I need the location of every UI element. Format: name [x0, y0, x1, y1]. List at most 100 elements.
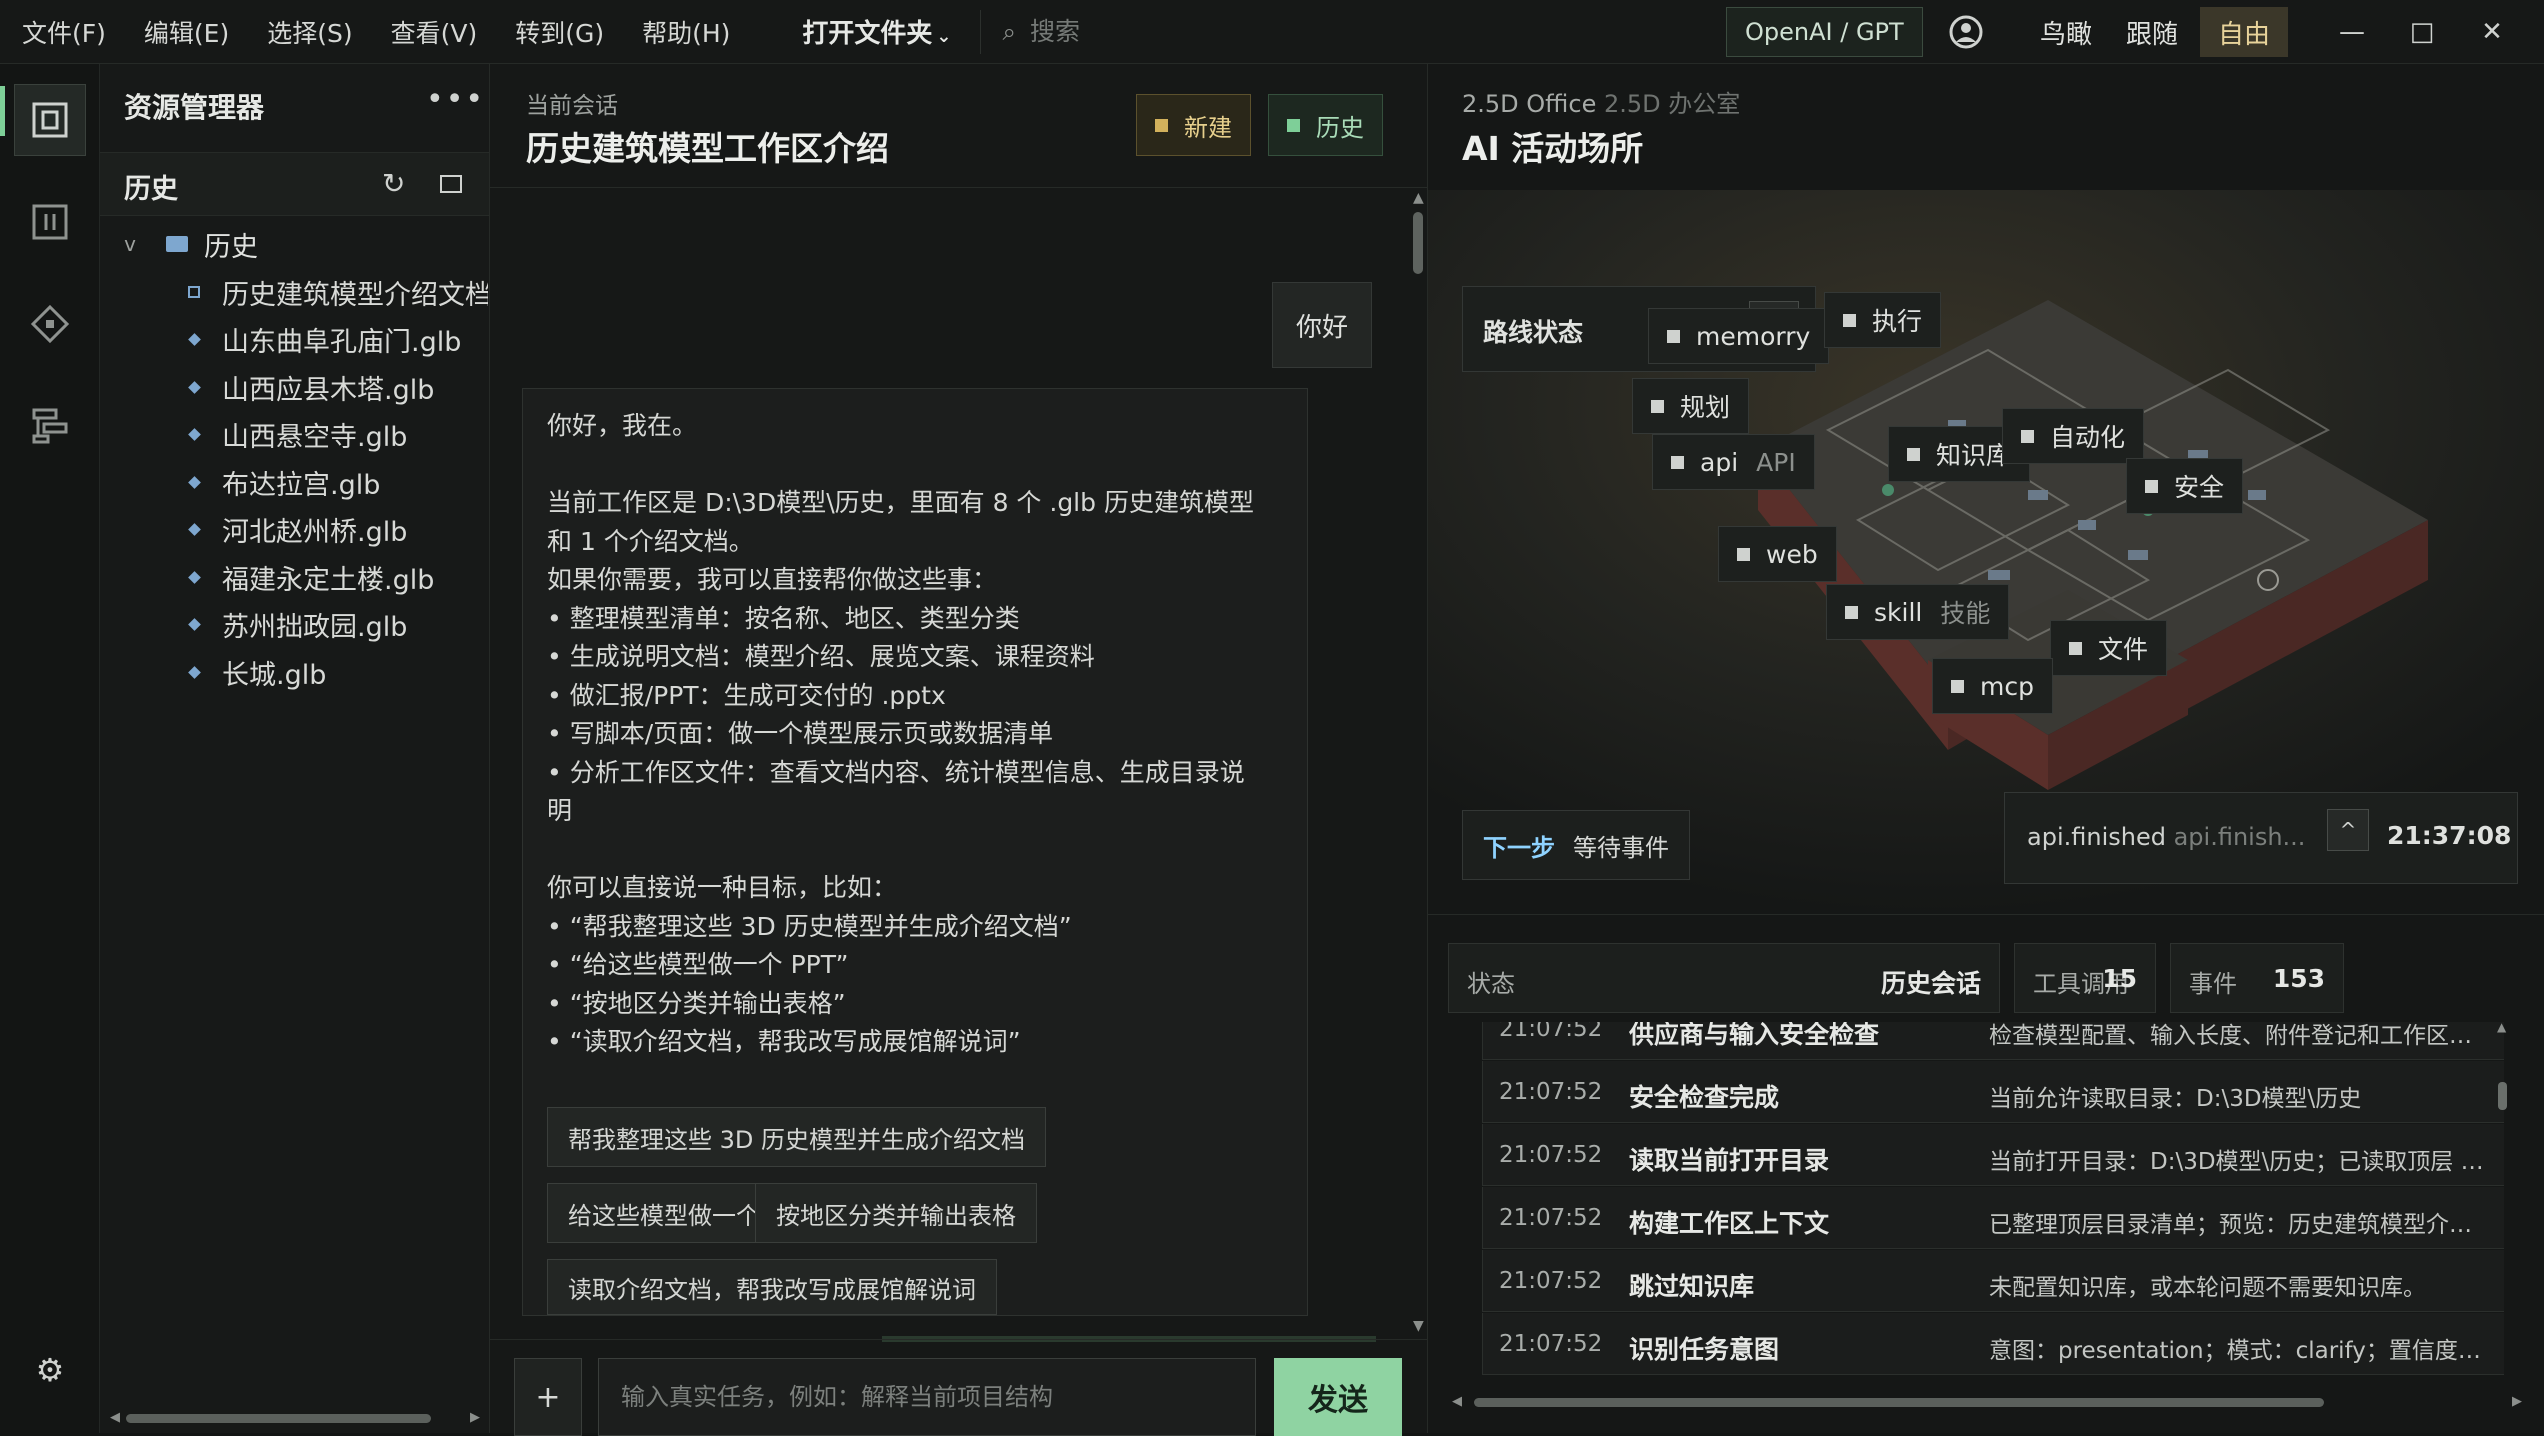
scroll-up-icon[interactable]: ▲: [2497, 1020, 2506, 1034]
log-vertical-scrollbar[interactable]: ▲: [2496, 1020, 2510, 1404]
open-folder-button[interactable]: 打开文件夹 ⌄: [802, 13, 951, 50]
next-step-value: 等待事件: [1573, 833, 1669, 862]
scroll-right-icon[interactable]: ▶: [2512, 1394, 2522, 1409]
scroll-left-icon[interactable]: ◀: [1452, 1394, 1462, 1409]
scrollbar-thumb[interactable]: [2498, 1082, 2507, 1110]
search-input[interactable]: [1029, 17, 1590, 46]
file-label: 长城.glb: [222, 659, 327, 691]
scroll-up-icon[interactable]: ▲: [1413, 190, 1424, 206]
tag-security[interactable]: 安全: [2126, 458, 2244, 514]
log-time: 21:07:52: [1499, 1022, 1603, 1042]
file-item[interactable]: 福建永定土楼.glb: [188, 555, 488, 599]
scroll-left-icon[interactable]: ◀: [110, 1410, 120, 1425]
tree-activity-button[interactable]: [14, 390, 86, 462]
menu-select[interactable]: 选择(S): [267, 14, 352, 50]
tag-label: 文件: [2098, 635, 2149, 664]
chat-vertical-scrollbar[interactable]: ▲ ▼: [1410, 188, 1428, 1338]
view-mode-free[interactable]: 自由: [2200, 7, 2288, 57]
menu-help[interactable]: 帮助(H): [642, 14, 730, 50]
search-box[interactable]: ⌕: [1003, 17, 1653, 46]
history-button[interactable]: 历史: [1268, 94, 1383, 156]
tag-web[interactable]: web: [1718, 526, 1837, 582]
file-item[interactable]: 苏州拙政园.glb: [188, 603, 488, 647]
view-mode-follow[interactable]: 跟随: [2120, 7, 2184, 57]
scrollbar-thumb[interactable]: [1413, 212, 1423, 274]
event-log[interactable]: 21:07:52 供应商与输入安全检查 检查模型配置、输入长度、附件登记和工作区边.…: [1482, 1022, 2528, 1404]
suggestion-chip-3[interactable]: 按地区分类并输出表格: [755, 1183, 1037, 1243]
explorer-activity-button[interactable]: [14, 84, 86, 156]
send-button[interactable]: 发送: [1274, 1358, 1402, 1436]
menu-edit[interactable]: 编辑(E): [144, 14, 229, 50]
tag-files[interactable]: 文件: [2050, 620, 2168, 676]
scrollbar-thumb[interactable]: [126, 1414, 431, 1423]
menu-bar: 文件(F) 编辑(E) 选择(S) 查看(V) 转到(G) 帮助(H): [22, 14, 768, 50]
tree-root-folder[interactable]: v 历史: [114, 222, 258, 266]
tag-automation[interactable]: 自动化: [2002, 408, 2145, 464]
menu-goto[interactable]: 转到(G): [515, 14, 604, 50]
log-row[interactable]: 21:07:52 构建工作区上下文 已整理顶层目录清单；预览：历史建筑模型介绍...: [1482, 1187, 2504, 1249]
assistant-text-line: • 生成说明文档：模型介绍、展览文案、课程资料: [547, 642, 1095, 671]
folder-label: 历史: [204, 231, 258, 263]
message-input[interactable]: [598, 1358, 1256, 1436]
tag-exec[interactable]: 执行: [1824, 292, 1942, 348]
diamond-activity-button[interactable]: [14, 288, 86, 360]
assistant-text-line: 如果你需要，我可以直接帮你做这些事：: [547, 565, 998, 594]
scroll-down-icon[interactable]: ▼: [1413, 1318, 1424, 1334]
scrollbar-thumb[interactable]: [1474, 1398, 2324, 1407]
file-item[interactable]: 山东曲阜孔庙门.glb: [188, 318, 488, 362]
log-horizontal-scrollbar[interactable]: ◀ ▶: [1452, 1394, 2522, 1410]
message-list[interactable]: 你好 你好，我在。 当前工作区是 D:\3D模型\历史，里面有 8 个 .glb …: [490, 188, 1410, 1338]
attach-button[interactable]: +: [514, 1358, 582, 1436]
file-item[interactable]: 山西悬空寺.glb: [188, 413, 488, 457]
more-icon[interactable]: •••: [426, 82, 485, 117]
tag-mcp[interactable]: mcp: [1932, 658, 2053, 714]
assistant-text-line: 当前工作区是 D:\3D模型\历史，里面有 8 个 .glb 历史建筑模型: [547, 488, 1254, 517]
model-provider-badge[interactable]: OpenAI / GPT: [1726, 7, 1923, 57]
explorer-horizontal-scrollbar[interactable]: ◀ ▶: [110, 1410, 480, 1426]
log-title: 供应商与输入安全检查: [1629, 1022, 1880, 1049]
tag-memorry[interactable]: memorry: [1648, 308, 1830, 364]
new-session-button[interactable]: 新建: [1136, 94, 1251, 156]
minimize-button[interactable]: —: [2322, 8, 2382, 56]
event-expand-button[interactable]: ^: [2327, 809, 2369, 851]
office-3d-scene[interactable]: 路线状态 ^ memorry 执行 规划 api API 知识库 自动化 安全 w…: [1428, 190, 2544, 914]
file-item[interactable]: 山西应县木塔.glb: [188, 365, 488, 409]
event-name: api.finished: [2027, 823, 2166, 851]
log-row[interactable]: 21:07:52 供应商与输入安全检查 检查模型配置、输入长度、附件登记和工作区边.…: [1482, 1022, 2504, 1060]
log-row[interactable]: 21:07:52 跳过知识库 未配置知识库，或本轮问题不需要知识库。: [1482, 1250, 2504, 1312]
explorer-section-header[interactable]: 历史 ↻: [100, 152, 489, 216]
user-message: 你好: [1272, 282, 1372, 368]
history-label: 历史: [1316, 113, 1364, 142]
tag-marker-icon: [1843, 313, 1856, 327]
collapse-icon[interactable]: [440, 175, 462, 193]
view-mode-birdseye[interactable]: 鸟瞰: [2034, 7, 2098, 57]
suggestion-chip-1[interactable]: 帮我整理这些 3D 历史模型并生成介绍文档: [547, 1107, 1047, 1167]
suggestion-chip-4[interactable]: 读取介绍文档，帮我改写成展馆解说词: [547, 1259, 997, 1315]
file-label: 布达拉宫.glb: [222, 469, 381, 501]
log-row[interactable]: 21:07:52 安全检查完成 当前允许读取目录：D:\3D模型\历史: [1482, 1061, 2504, 1123]
menu-view[interactable]: 查看(V): [391, 14, 478, 50]
panels-activity-button[interactable]: [14, 186, 86, 258]
close-button[interactable]: ✕: [2462, 8, 2522, 56]
assistant-text-line: • 分析工作区文件：查看文档内容、统计模型信息、生成目录说: [547, 757, 1245, 787]
tag-skill[interactable]: skill 技能: [1826, 584, 2010, 640]
folder-icon: [166, 236, 188, 252]
log-row[interactable]: 21:07:52 识别任务意图 意图：presentation；模式：clarify…: [1482, 1313, 2504, 1375]
tag-label: web: [1766, 539, 1818, 569]
tag-api[interactable]: api API: [1652, 434, 1815, 490]
file-item[interactable]: 历史建筑模型介绍文档.: [188, 270, 488, 314]
file-item[interactable]: 布达拉宫.glb: [188, 460, 488, 504]
maximize-button[interactable]: □: [2392, 8, 2452, 56]
menu-file[interactable]: 文件(F): [22, 14, 106, 50]
scroll-right-icon[interactable]: ▶: [470, 1410, 480, 1425]
tag-plan[interactable]: 规划: [1632, 378, 1750, 434]
session-title: 历史建筑模型工作区介绍: [526, 129, 889, 168]
file-item[interactable]: 长城.glb: [188, 650, 488, 694]
log-row[interactable]: 21:07:52 读取当前打开目录 当前打开目录：D:\3D模型\历史；已读取顶层 …: [1482, 1124, 2504, 1186]
user-avatar-icon[interactable]: [1948, 14, 1984, 50]
office-panel: 2.5D Office 2.5D 办公室 AI 活动场所 路线状态 memorr…: [1428, 64, 2544, 1433]
settings-button[interactable]: ⚙: [14, 1334, 86, 1406]
refresh-icon[interactable]: ↻: [382, 167, 405, 200]
file-item[interactable]: 河北赵州桥.glb: [188, 508, 488, 552]
model-file-icon: [188, 570, 201, 584]
